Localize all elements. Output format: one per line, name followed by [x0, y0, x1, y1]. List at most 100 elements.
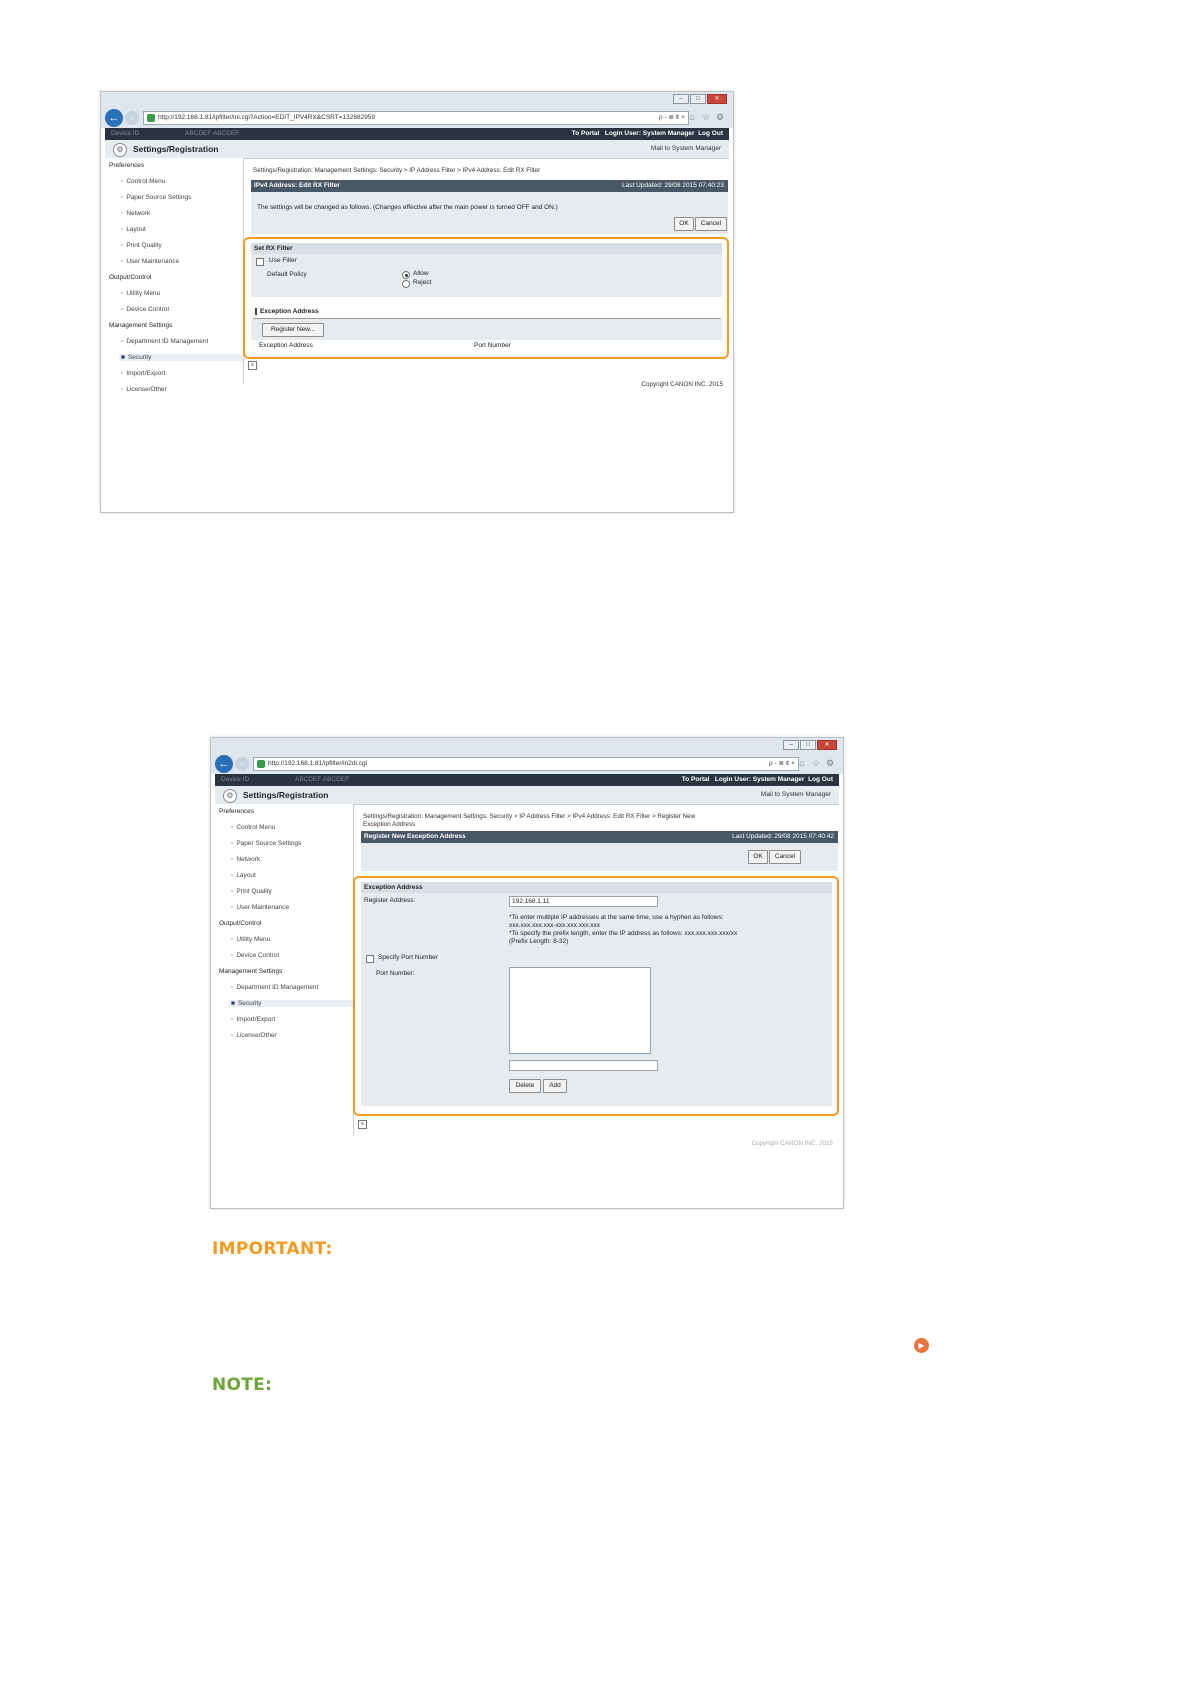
- cancel-button[interactable]: Cancel: [769, 850, 801, 864]
- top-nav-links: To Portal Login User: System Manager Log…: [572, 128, 723, 140]
- sidebar-item[interactable]: Network: [231, 856, 260, 863]
- sidebar-item[interactable]: License/Other: [231, 1032, 276, 1039]
- sidebar-item[interactable]: Print Quality: [121, 242, 161, 249]
- star-icon[interactable]: ☆: [811, 758, 821, 768]
- top-nav-bar: Device ID ABCDEF ABCDEF To Portal Login …: [215, 774, 839, 786]
- section-header: ⚙ Settings/Registration Mail to System M…: [215, 786, 839, 805]
- gear-icon[interactable]: ⚙: [715, 112, 725, 122]
- specify-port-checkbox[interactable]: [366, 955, 374, 963]
- ok-button[interactable]: OK: [748, 850, 768, 864]
- address-bar[interactable]: http://192.168.1.81/ipfilter/in2di.cgi ρ…: [253, 757, 799, 771]
- exception-address-heading: Exception Address: [255, 308, 319, 315]
- sidebar-item[interactable]: User Maintenance: [121, 258, 179, 265]
- device-model-blurred: ABCDEF ABCDEF: [295, 776, 350, 783]
- back-arrow-icon[interactable]: ←: [215, 755, 233, 773]
- page-top-icon[interactable]: ≡: [358, 1120, 367, 1129]
- link-arrow-icon[interactable]: ▶: [914, 1338, 929, 1353]
- sidebar-item[interactable]: Security: [119, 354, 243, 361]
- port-number-label: Port Number:: [376, 970, 415, 977]
- sidebar-item[interactable]: Department ID Management: [231, 984, 318, 991]
- home-icon[interactable]: ⌂: [687, 112, 697, 122]
- sidebar-item[interactable]: Paper Source Settings: [231, 840, 301, 847]
- forward-arrow-icon[interactable]: →: [125, 111, 139, 125]
- address-row: ← → http://192.168.1.81/ipfilter/ini.cgi…: [101, 108, 733, 128]
- url-text: http://192.168.1.81/ipfilter/ini.cgi?Act…: [158, 114, 376, 121]
- sidebar-item[interactable]: User Maintenance: [231, 904, 289, 911]
- sidebar-item[interactable]: Paper Source Settings: [121, 194, 191, 201]
- sidebar-item[interactable]: License/Other: [121, 386, 166, 393]
- sidebar-item[interactable]: Layout: [121, 226, 146, 233]
- sidebar-group-label: Management Settings: [109, 322, 173, 329]
- sidebar-item[interactable]: Security: [229, 1000, 353, 1007]
- sidebar-nav: Preferences Control Menu Paper Source Sett…: [215, 804, 354, 1136]
- device-model-blurred: ABCDEF ABCDEF: [185, 130, 240, 137]
- sidebar-item[interactable]: Utility Menu: [121, 290, 160, 297]
- device-name-blurred: Device ID: [221, 776, 250, 783]
- allow-radio[interactable]: [402, 271, 410, 279]
- hyphen-hint: *To enter multiple IP addresses at the s…: [509, 914, 724, 921]
- register-new-row: Register New...: [251, 319, 722, 340]
- maximize-icon[interactable]: □: [800, 740, 816, 750]
- mail-to-system-manager-link[interactable]: Mail to System Manager: [651, 145, 721, 152]
- top-nav-links: To Portal Login User: System Manager Log…: [682, 774, 833, 786]
- back-arrow-icon[interactable]: ←: [105, 109, 123, 127]
- forward-arrow-icon[interactable]: →: [235, 757, 249, 771]
- address-tools-icons[interactable]: ρ - ≣ ¢ ×: [659, 112, 685, 124]
- address-tools-icons[interactable]: ρ - ≣ ¢ ×: [769, 758, 795, 770]
- to-portal-link[interactable]: To Portal: [682, 776, 710, 783]
- sidebar-item[interactable]: Network: [121, 210, 150, 217]
- sidebar-item[interactable]: Print Quality: [231, 888, 271, 895]
- url-text: http://192.168.1.81/ipfilter/in2di.cgi: [268, 760, 368, 767]
- close-icon[interactable]: ✕: [817, 740, 837, 750]
- breadcrumb: Settings/Registration: Management Settin…: [253, 167, 541, 174]
- sidebar-item[interactable]: Import/Export: [121, 370, 165, 377]
- use-filter-checkbox[interactable]: [256, 258, 264, 266]
- star-icon[interactable]: ☆: [701, 112, 711, 122]
- maximize-icon[interactable]: □: [690, 94, 706, 104]
- port-number-input[interactable]: [509, 1060, 658, 1071]
- address-bar[interactable]: http://192.168.1.81/ipfilter/ini.cgi?Act…: [143, 111, 689, 125]
- sidebar-item[interactable]: Layout: [231, 872, 256, 879]
- add-button[interactable]: Add: [543, 1079, 567, 1093]
- site-favicon-icon: [147, 114, 155, 122]
- minimize-icon[interactable]: –: [673, 94, 689, 104]
- sidebar-item[interactable]: Device Control: [231, 952, 279, 959]
- to-portal-link[interactable]: To Portal: [572, 130, 600, 137]
- reject-radio[interactable]: [402, 280, 410, 288]
- fade-overlay: [211, 1148, 843, 1208]
- home-icon[interactable]: ⌂: [797, 758, 807, 768]
- log-out-link[interactable]: Log Out: [698, 130, 723, 137]
- fade-overlay: [101, 452, 733, 512]
- sidebar-group-label: Management Settings: [219, 968, 283, 975]
- register-new-button[interactable]: Register New...: [262, 323, 324, 337]
- minimize-icon[interactable]: –: [783, 740, 799, 750]
- mail-to-system-manager-link[interactable]: Mail to System Manager: [761, 791, 831, 798]
- sidebar-item[interactable]: Device Control: [121, 306, 169, 313]
- sidebar-group-label: Preferences: [109, 162, 145, 169]
- sidebar-group-label: Output/Control: [109, 274, 152, 281]
- sidebar-item[interactable]: Department ID Management: [121, 338, 208, 345]
- register-address-input[interactable]: 192.168.1.11: [509, 896, 658, 907]
- sidebar-item[interactable]: Control Menu: [121, 178, 165, 185]
- cancel-button[interactable]: Cancel: [695, 217, 727, 231]
- gear-icon[interactable]: ⚙: [825, 758, 835, 768]
- page-top-icon[interactable]: ≡: [248, 361, 257, 370]
- sidebar-item[interactable]: Control Menu: [231, 824, 275, 831]
- copyright-text: Copyright CANON INC. 2015: [641, 381, 723, 388]
- breadcrumb-continued: Exception Address: [363, 821, 416, 828]
- set-rx-filter-heading: Set RX Filter: [251, 243, 722, 254]
- confirmation-message: The settings will be changed as follows.…: [257, 204, 558, 211]
- close-icon[interactable]: ✕: [707, 94, 727, 104]
- confirmation-box: The settings will be changed as follows.…: [251, 192, 728, 234]
- port-number-list[interactable]: [509, 967, 651, 1054]
- breadcrumb: Settings/Registration: Management Settin…: [363, 813, 696, 820]
- section-header: ⚙ Settings/Registration Mail to System M…: [105, 140, 729, 159]
- sidebar-group-label: Preferences: [219, 808, 255, 815]
- window-titlebar: – □ ✕: [211, 738, 843, 754]
- ok-button[interactable]: OK: [674, 217, 694, 231]
- sidebar-item[interactable]: Import/Export: [231, 1016, 275, 1023]
- delete-button[interactable]: Delete: [509, 1079, 541, 1093]
- log-out-link[interactable]: Log Out: [808, 776, 833, 783]
- sidebar-item[interactable]: Utility Menu: [231, 936, 270, 943]
- last-updated-text: Last Updated: 29/08 2015 07:40:23: [622, 182, 724, 189]
